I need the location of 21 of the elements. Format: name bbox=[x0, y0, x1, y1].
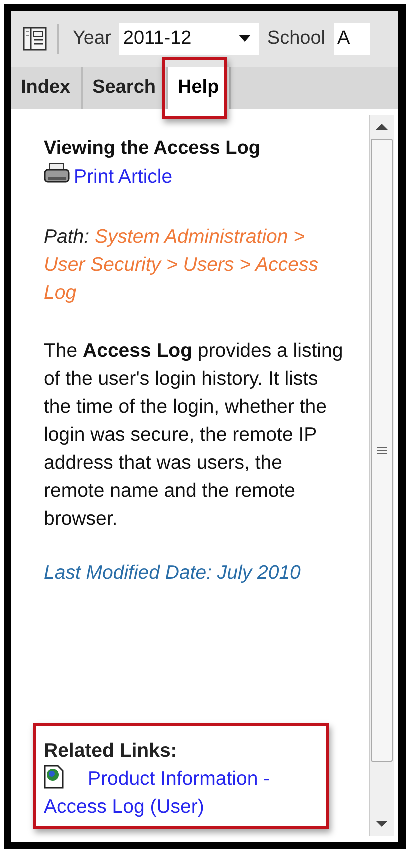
caret-icon bbox=[239, 35, 252, 43]
print-article-link[interactable]: Print Article bbox=[74, 163, 173, 191]
scroll-down-icon[interactable] bbox=[376, 820, 388, 828]
year-label: Year bbox=[73, 28, 112, 50]
printer-icon bbox=[44, 163, 70, 185]
year-dropdown[interactable]: 2011-12 bbox=[119, 23, 260, 55]
last-modified-date: Last Modified Date: July 2010 bbox=[44, 561, 302, 586]
list-icon[interactable] bbox=[23, 27, 47, 51]
scrollbar[interactable] bbox=[369, 115, 394, 836]
grip-icon bbox=[377, 446, 387, 454]
tab[interactable]: Help bbox=[168, 67, 232, 109]
breadcrumb-path[interactable]: Path: System Administration > User Security > Users > Access Log bbox=[44, 223, 340, 307]
scroll-up-icon[interactable] bbox=[376, 123, 388, 131]
article-body: The Access Log provides a listing of the user's login history. It lists the time of the login, whether the login was secure, the remote IP address that was users, the remote name and the remote browser. bbox=[44, 339, 344, 532]
school-dropdown[interactable]: A bbox=[334, 23, 370, 55]
scroll-thumb[interactable] bbox=[371, 139, 393, 762]
related-links-heading: Related Links: bbox=[44, 739, 178, 764]
related-link[interactable]: Product Information - Access Log (User) bbox=[44, 765, 304, 821]
article-title: Viewing the Access Log bbox=[44, 137, 262, 161]
school-label: School bbox=[267, 28, 326, 50]
document-globe-icon bbox=[44, 765, 64, 789]
